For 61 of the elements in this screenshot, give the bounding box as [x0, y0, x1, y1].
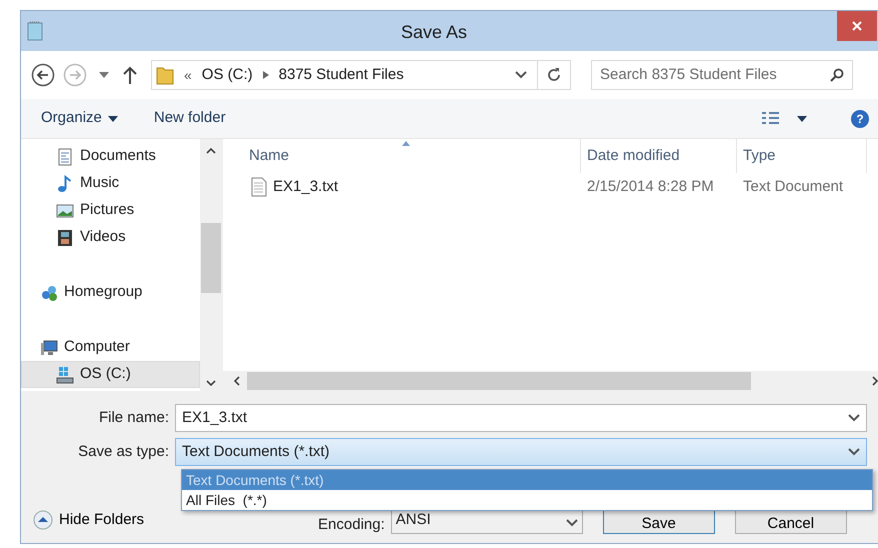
- separator-arrow-icon: [262, 71, 269, 79]
- overflow-chevrons[interactable]: «: [184, 64, 192, 86]
- encoding-label: Encoding:: [318, 514, 385, 535]
- computer-icon: [40, 338, 58, 356]
- organize-menu[interactable]: Organize: [41, 107, 102, 130]
- dropdown-arrow-icon[interactable]: [99, 72, 109, 78]
- notepad-icon: [27, 21, 43, 41]
- refresh-icon[interactable]: [546, 67, 562, 83]
- file-name-label: File name:: [98, 408, 170, 428]
- chevron-down-icon: [848, 448, 860, 456]
- homegroup-icon: [40, 284, 58, 302]
- horizontal-scrollbar[interactable]: [223, 371, 878, 391]
- nav-item[interactable]: Music: [21, 170, 200, 197]
- drive-icon: [56, 366, 74, 384]
- file-name-field[interactable]: EX1_3.txt: [175, 404, 867, 432]
- column-header[interactable]: Type: [737, 139, 867, 173]
- chevron-down-icon[interactable]: [848, 414, 860, 422]
- hide-folders-button[interactable]: Hide Folders: [33, 508, 144, 532]
- nav-item[interactable]: Pictures: [21, 197, 200, 224]
- column-header[interactable]: Name: [223, 139, 581, 173]
- nav-item[interactable]: Homegroup: [21, 279, 200, 306]
- search-icon: [830, 68, 844, 82]
- chevron-down-icon[interactable]: [515, 71, 527, 79]
- column-header[interactable]: Date modified: [581, 139, 737, 173]
- view-options-icon[interactable]: [761, 110, 781, 126]
- up-arrow-icon[interactable]: [123, 66, 137, 84]
- scroll-up-icon[interactable]: [206, 147, 216, 155]
- nav-item[interactable]: Documents: [21, 143, 200, 170]
- new-folder-button[interactable]: New folder: [154, 107, 226, 130]
- back-icon[interactable]: [31, 63, 55, 87]
- music-note-icon: [56, 174, 74, 192]
- breadcrumb[interactable]: 8375 Student Files: [278, 64, 404, 86]
- scroll-left-icon[interactable]: [233, 376, 241, 386]
- nav-item[interactable]: OS (C:): [21, 361, 200, 388]
- nav-item[interactable]: Computer: [21, 334, 200, 361]
- scroll-down-icon[interactable]: [206, 379, 216, 387]
- search-field[interactable]: Search 8375 Student Files: [591, 60, 853, 90]
- scroll-right-icon[interactable]: [871, 376, 878, 386]
- address-bar[interactable]: « OS (C:) 8375 Student Files: [151, 60, 571, 90]
- text-file-icon: [251, 177, 267, 197]
- help-button[interactable]: ?: [851, 110, 869, 128]
- caret-icon: [108, 116, 118, 122]
- save-as-type-label: Save as type:: [77, 442, 170, 462]
- picture-icon: [56, 202, 74, 220]
- close-button[interactable]: [837, 11, 877, 41]
- file-name: EX1_3.txt: [273, 176, 338, 197]
- vertical-scrollbar[interactable]: [200, 139, 222, 391]
- file-row[interactable]: EX1_3.txt 2/15/2014 8:28 PM Text Document: [223, 173, 878, 201]
- film-strip-icon: [56, 228, 74, 246]
- folder-icon: [156, 65, 174, 85]
- close-icon: [851, 20, 863, 32]
- window-title: Save As: [401, 21, 468, 44]
- table-cell-text: Text Document: [742, 176, 844, 197]
- sort-arrow-icon: [402, 141, 410, 146]
- nav-item[interactable]: Videos: [21, 224, 200, 251]
- save-as-type-dropdown[interactable]: Text Documents (*.txt): [175, 438, 867, 466]
- chevron-down-icon: [566, 519, 578, 527]
- document-icon: [56, 148, 74, 166]
- breadcrumb[interactable]: OS (C:): [202, 64, 253, 86]
- table-cell-text: 2/15/2014 8:28 PM: [586, 176, 715, 197]
- caret-icon[interactable]: [797, 116, 807, 122]
